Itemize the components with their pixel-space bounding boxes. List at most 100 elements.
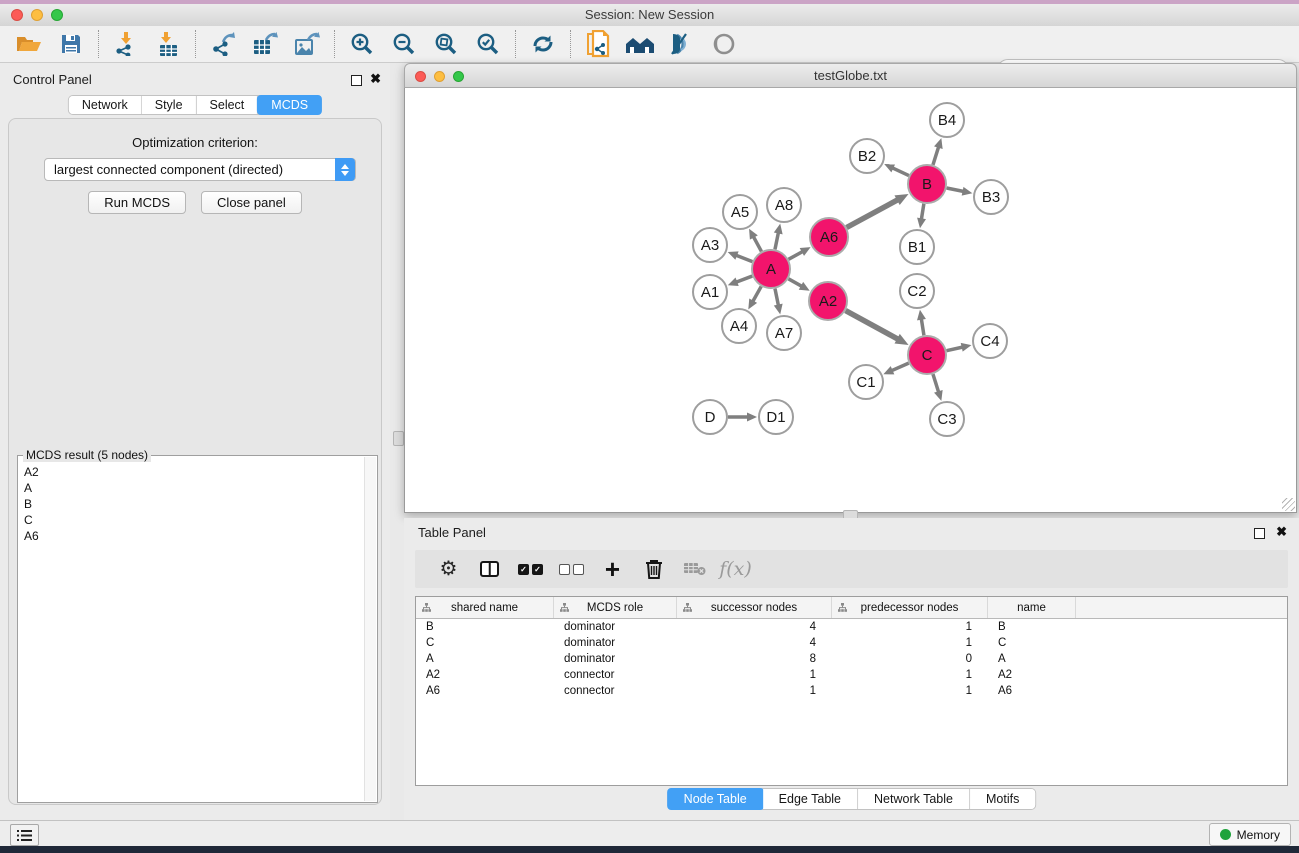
tab-select[interactable]: Select [197, 96, 259, 114]
close-table-panel-icon[interactable]: ✖ [1276, 526, 1287, 538]
add-column-icon[interactable]: + [592, 554, 633, 584]
save-session-icon[interactable] [50, 29, 92, 59]
tab-node-table[interactable]: Node Table [667, 788, 764, 810]
cell-predecessor-nodes[interactable]: 0 [832, 653, 988, 665]
table-row[interactable]: A2connector11A2 [416, 667, 1287, 683]
graph-node-B1[interactable]: B1 [900, 230, 934, 264]
graph-edge-B-B4[interactable] [933, 146, 939, 165]
graph-node-B3[interactable]: B3 [974, 180, 1008, 214]
cell-successor-nodes[interactable]: 4 [677, 637, 832, 649]
cell-MCDS-role[interactable]: connector [554, 669, 677, 681]
float-table-panel-icon[interactable] [1254, 528, 1265, 539]
unselect-all-icon[interactable] [551, 554, 592, 584]
tab-motifs[interactable]: Motifs [970, 789, 1035, 809]
cell-MCDS-role[interactable]: connector [554, 685, 677, 697]
graph-edge-A-A4[interactable] [752, 286, 761, 302]
export-table-icon[interactable] [244, 29, 286, 59]
delete-column-trash-icon[interactable] [633, 554, 674, 584]
network-canvas[interactable]: B4B2BB3A5A8A6A3B1AA1C2A2A4A7C4CC1C3DD1 [404, 88, 1297, 513]
cell-successor-nodes[interactable]: 8 [677, 653, 832, 665]
export-image-icon[interactable] [286, 29, 328, 59]
graph-node-D[interactable]: D [693, 400, 727, 434]
table-row[interactable]: A6connector11A6 [416, 683, 1287, 699]
cell-successor-nodes[interactable]: 1 [677, 685, 832, 697]
refresh-icon[interactable] [522, 29, 564, 59]
graph-node-A5[interactable]: A5 [723, 195, 757, 229]
split-view-icon[interactable] [469, 554, 510, 584]
delete-table-icon[interactable] [674, 554, 715, 584]
run-mcds-button[interactable]: Run MCDS [88, 191, 186, 214]
graph-edge-A-A7[interactable] [775, 289, 779, 307]
function-builder-icon[interactable]: f(x) [715, 554, 756, 584]
cell-name[interactable]: A2 [988, 669, 1076, 681]
graph-edge-A-A1[interactable] [735, 276, 752, 282]
window-resize-grip[interactable] [1282, 498, 1295, 511]
graph-edge-B-B1[interactable] [921, 204, 924, 221]
graph-edge-A-A5[interactable] [753, 236, 762, 252]
network-window-titlebar[interactable]: testGlobe.txt [404, 63, 1297, 88]
table-row[interactable]: Cdominator41C [416, 635, 1287, 651]
column-header-successor-nodes[interactable]: successor nodes [677, 597, 832, 618]
graph-node-B[interactable]: B [908, 165, 946, 203]
graph-edge-A-A3[interactable] [735, 255, 752, 262]
import-network-icon[interactable] [105, 29, 147, 59]
result-scrollbar[interactable] [364, 457, 376, 801]
graph-node-A1[interactable]: A1 [693, 275, 727, 309]
graph-edge-A-A8[interactable] [775, 231, 779, 249]
graph-node-A6[interactable]: A6 [810, 218, 848, 256]
column-header-predecessor-nodes[interactable]: predecessor nodes [832, 597, 988, 618]
result-item[interactable]: A2 [24, 464, 365, 480]
open-session-icon[interactable] [8, 29, 50, 59]
graph-edge-A6-B[interactable] [847, 199, 899, 227]
graph-node-A3[interactable]: A3 [693, 228, 727, 262]
cell-shared-name[interactable]: A2 [416, 669, 554, 681]
column-header-MCDS-role[interactable]: MCDS role [554, 597, 677, 618]
graph-node-A4[interactable]: A4 [722, 309, 756, 343]
vertical-splitter-handle[interactable] [393, 431, 404, 446]
table-row[interactable]: Adominator80A [416, 651, 1287, 667]
graph-edge-C-C1[interactable] [891, 363, 909, 371]
hide-graphics-details-icon[interactable] [661, 29, 703, 59]
node-table[interactable]: shared nameMCDS rolesuccessor nodesprede… [415, 596, 1288, 786]
cell-name[interactable]: C [988, 637, 1076, 649]
cell-name[interactable]: A [988, 653, 1076, 665]
graph-edge-C-C4[interactable] [947, 347, 964, 351]
table-row[interactable]: Bdominator41B [416, 619, 1287, 635]
cell-shared-name[interactable]: C [416, 637, 554, 649]
criterion-select[interactable]: largest connected component (directed) [44, 158, 356, 181]
result-item[interactable]: A [24, 480, 365, 496]
table-options-gear-icon[interactable]: ⚙ [428, 554, 469, 584]
cell-name[interactable]: B [988, 621, 1076, 633]
graph-node-C[interactable]: C [908, 336, 946, 374]
zoom-selected-icon[interactable] [467, 29, 509, 59]
graph-edge-A-A2[interactable] [788, 279, 802, 287]
cell-shared-name[interactable]: B [416, 621, 554, 633]
cell-MCDS-role[interactable]: dominator [554, 637, 677, 649]
float-panel-icon[interactable] [351, 75, 362, 86]
column-header-name[interactable]: name [988, 597, 1076, 618]
cell-MCDS-role[interactable]: dominator [554, 653, 677, 665]
cell-successor-nodes[interactable]: 1 [677, 669, 832, 681]
graph-node-A8[interactable]: A8 [767, 188, 801, 222]
zoom-out-icon[interactable] [383, 29, 425, 59]
graph-edge-B-B3[interactable] [947, 188, 965, 192]
graph-edge-A-A6[interactable] [789, 251, 804, 259]
cell-MCDS-role[interactable]: dominator [554, 621, 677, 633]
show-panels-list-icon[interactable] [10, 824, 39, 846]
graph-node-B2[interactable]: B2 [850, 139, 884, 173]
close-panel-icon[interactable]: ✖ [370, 73, 381, 85]
tab-style[interactable]: Style [142, 96, 197, 114]
cell-predecessor-nodes[interactable]: 1 [832, 637, 988, 649]
select-stepper-icon[interactable] [335, 158, 355, 181]
cell-predecessor-nodes[interactable]: 1 [832, 621, 988, 633]
cell-shared-name[interactable]: A [416, 653, 554, 665]
graph-node-A7[interactable]: A7 [767, 316, 801, 350]
graph-node-A[interactable]: A [752, 250, 790, 288]
result-item[interactable]: A6 [24, 528, 365, 544]
graph-node-C1[interactable]: C1 [849, 365, 883, 399]
graph-node-D1[interactable]: D1 [759, 400, 793, 434]
tab-network-table[interactable]: Network Table [858, 789, 970, 809]
graph-edge-C-C2[interactable] [921, 318, 924, 336]
graph-node-C2[interactable]: C2 [900, 274, 934, 308]
cell-shared-name[interactable]: A6 [416, 685, 554, 697]
